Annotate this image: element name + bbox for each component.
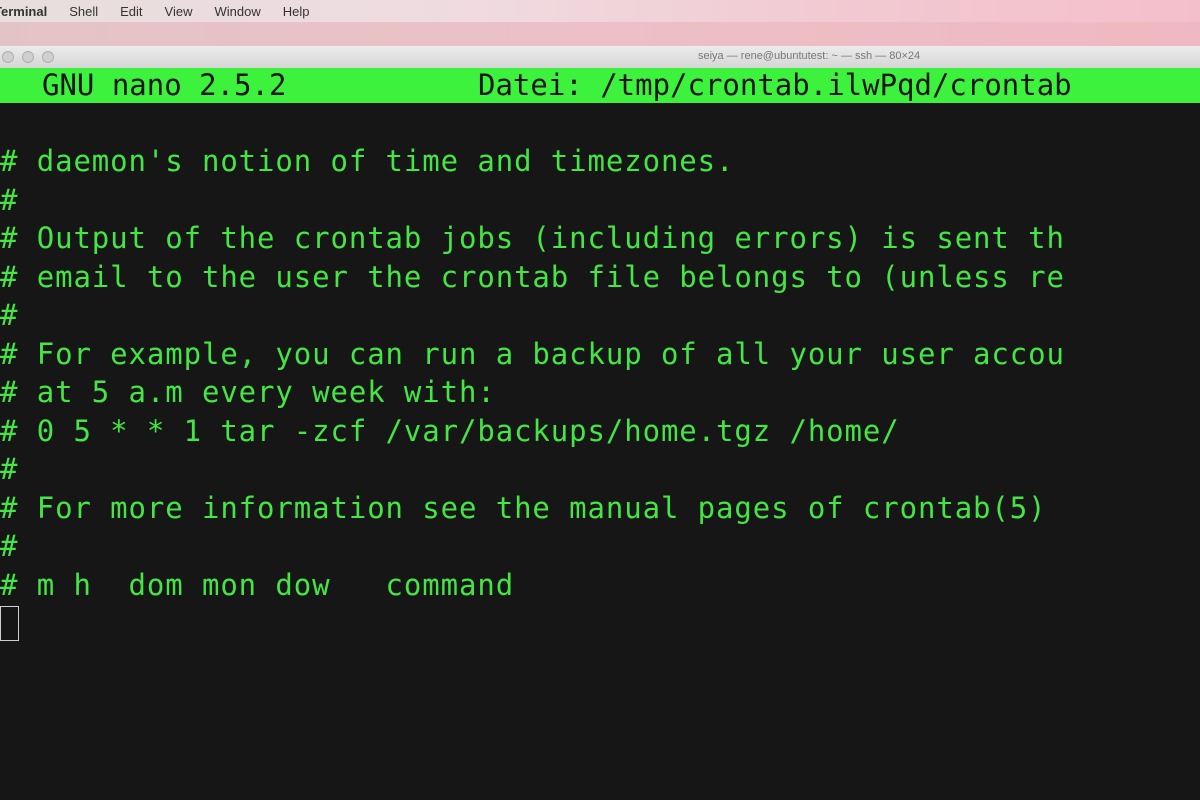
editor-line: # email to the user the crontab file bel… <box>0 259 1065 294</box>
editor-line: # <box>0 529 19 563</box>
menu-help[interactable]: Help <box>283 4 310 19</box>
editor-line: # Output of the crontab jobs (including … <box>0 221 1065 255</box>
editor-line: # For more information see the manual pa… <box>0 490 1047 525</box>
editor-line: # For example, you can run a backup of a… <box>0 336 1065 371</box>
nano-filename: Datei: /tmp/crontab.ilwPqd/crontab <box>478 68 1072 102</box>
zoom-window-icon[interactable] <box>42 51 54 63</box>
menu-shell[interactable]: Shell <box>69 4 98 19</box>
editor-line: # <box>0 298 19 332</box>
nano-header-bar: GNU nano 2.5.2 Datei: /tmp/crontab.ilwPq… <box>0 68 1200 103</box>
menu-bar: Terminal Shell Edit View Window Help <box>0 0 1200 22</box>
close-window-icon[interactable] <box>2 51 14 63</box>
editor-line: # daemon's notion of time and timezones. <box>0 144 735 178</box>
minimize-window-icon[interactable] <box>22 51 34 63</box>
menu-edit[interactable]: Edit <box>120 4 142 19</box>
menu-app-terminal[interactable]: Terminal <box>0 4 47 19</box>
editor-line: # 0 5 * * 1 tar -zcf /var/backups/home.t… <box>0 413 900 448</box>
editor-line: # <box>0 182 19 217</box>
editor-line: # at 5 a.m every week with: <box>0 375 496 409</box>
menu-window[interactable]: Window <box>215 4 261 19</box>
text-cursor <box>0 606 19 641</box>
menu-view[interactable]: View <box>165 4 193 19</box>
desktop-background <box>0 22 1200 46</box>
terminal-title-bar[interactable]: seiya — rene@ubuntutest: ~ — ssh — 80×24 <box>0 46 1200 69</box>
nano-version: GNU nano 2.5.2 <box>42 68 287 102</box>
editor-line: # <box>0 452 19 486</box>
editor-line: # m h dom mon dow command <box>0 567 515 602</box>
window-title: seiya — rene@ubuntutest: ~ — ssh — 80×24 <box>698 50 921 62</box>
